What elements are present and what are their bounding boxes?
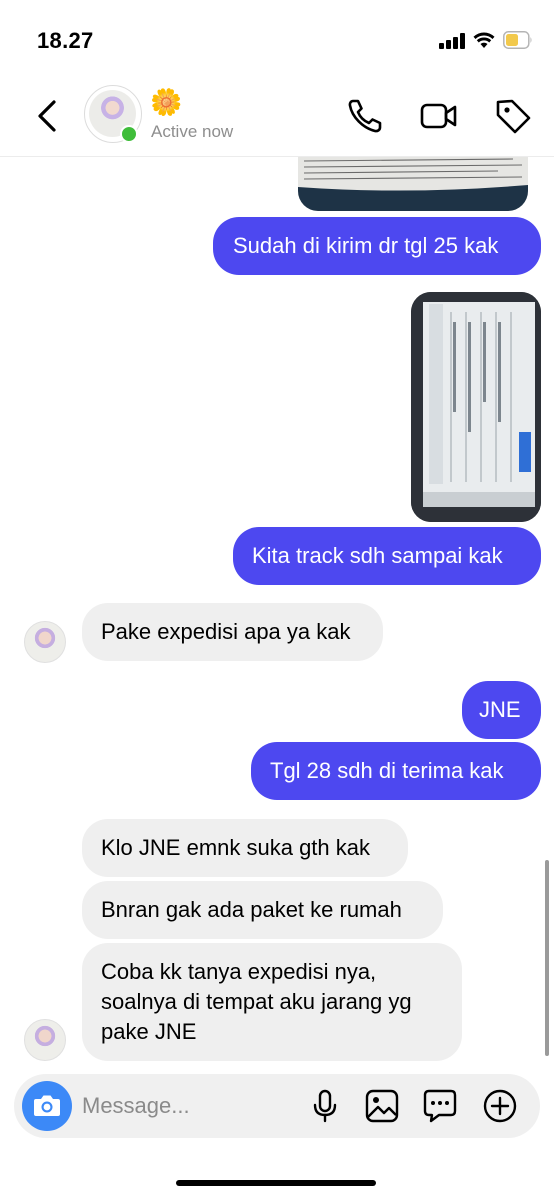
scrollbar[interactable] bbox=[545, 860, 549, 1056]
tracking-screenshot-image bbox=[411, 292, 541, 522]
active-status: Active now bbox=[151, 122, 234, 141]
incoming-message[interactable]: Klo JNE emnk suka gth kak bbox=[82, 819, 408, 877]
contact-avatar-small[interactable] bbox=[24, 621, 66, 663]
back-chevron-icon[interactable] bbox=[30, 96, 64, 136]
incoming-message[interactable]: Bnran gak ada paket ke rumah bbox=[82, 881, 443, 939]
camera-icon bbox=[34, 1095, 60, 1116]
home-indicator[interactable] bbox=[176, 1180, 376, 1186]
sticker-icon[interactable] bbox=[421, 1087, 459, 1125]
chat-header: 🌼 Active now bbox=[0, 80, 554, 157]
status-time: 18.27 bbox=[37, 28, 94, 53]
outgoing-message[interactable]: Tgl 28 sdh di terima kak bbox=[251, 742, 541, 800]
outgoing-message[interactable]: JNE bbox=[462, 681, 541, 739]
image-message-tracking[interactable] bbox=[411, 292, 541, 522]
outgoing-message[interactable]: Sudah di kirim dr tgl 25 kak bbox=[213, 217, 541, 275]
video-camera-icon[interactable] bbox=[419, 96, 459, 136]
cellular-signal-icon bbox=[439, 33, 465, 49]
online-status-dot bbox=[120, 125, 138, 143]
incoming-message[interactable]: Coba kk tanya expedisi nya, soalnya di t… bbox=[82, 943, 462, 1061]
gallery-icon[interactable] bbox=[363, 1087, 401, 1125]
tag-icon[interactable] bbox=[493, 96, 533, 136]
phone-icon[interactable] bbox=[345, 96, 385, 136]
incoming-message[interactable]: Pake expedisi apa ya kak bbox=[82, 603, 383, 661]
image-message-receipt[interactable] bbox=[298, 157, 528, 211]
plus-icon[interactable] bbox=[481, 1087, 519, 1125]
contact-avatar-small[interactable] bbox=[24, 1019, 66, 1061]
contact-name-emoji[interactable]: 🌼 bbox=[150, 88, 182, 116]
status-bar: 18.27 bbox=[0, 0, 554, 80]
receipt-image bbox=[298, 157, 528, 211]
camera-button[interactable] bbox=[22, 1081, 72, 1131]
battery-icon bbox=[503, 31, 532, 49]
message-input[interactable] bbox=[82, 1090, 302, 1122]
microphone-icon[interactable] bbox=[306, 1087, 344, 1125]
message-thread[interactable]: Sudah di kirim dr tgl 25 kak Kita track … bbox=[0, 157, 554, 1067]
wifi-icon bbox=[473, 32, 495, 48]
outgoing-message[interactable]: Kita track sdh sampai kak bbox=[233, 527, 541, 585]
message-composer bbox=[14, 1074, 540, 1138]
